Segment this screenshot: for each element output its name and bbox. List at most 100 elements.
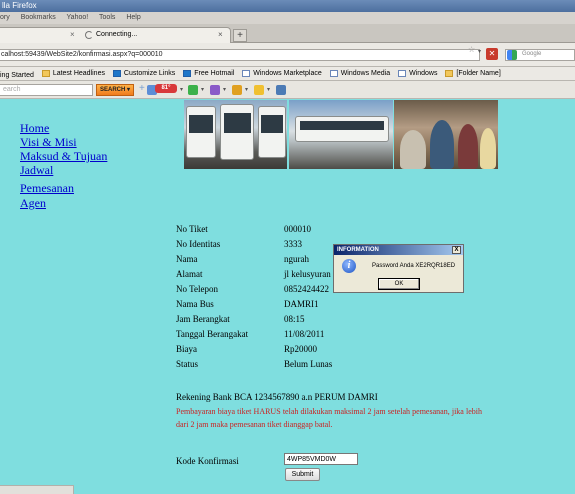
- person-shape: [430, 120, 454, 169]
- confirmation-code-label: Kode Konfirmasi: [176, 456, 239, 466]
- status-bar: [0, 485, 74, 494]
- menu-help[interactable]: Help: [126, 14, 140, 21]
- menu-tools[interactable]: Tools: [99, 14, 115, 21]
- bookmark-customize-links[interactable]: Customize Links: [112, 70, 175, 77]
- field-label: No Tiket: [176, 224, 208, 234]
- field-value: Rp20000: [284, 344, 318, 354]
- field-label: No Identitas: [176, 239, 221, 249]
- navigation-bar: calhost:59439/WebSite2/konfirmasi.aspx?q…: [0, 43, 575, 67]
- information-dialog: INFORMATION X i Password Anda XE2RQR18ED…: [333, 244, 464, 293]
- field-value: 08:15: [284, 314, 305, 324]
- nav-link-jadwal[interactable]: Jadwal: [20, 163, 53, 178]
- banner-bus-photo-2: [289, 100, 393, 169]
- field-label: Status: [176, 359, 199, 369]
- bookmarks-toolbar: ing Started Latest Headlines Customize L…: [0, 67, 575, 81]
- stop-button[interactable]: ✕: [486, 48, 498, 60]
- nav-link-home[interactable]: Home: [20, 121, 49, 136]
- nav-link-agen[interactable]: Agen: [20, 196, 46, 211]
- toolbar-search-input[interactable]: earch: [0, 84, 93, 96]
- info-icon: i: [342, 259, 356, 273]
- news-icon[interactable]: [232, 85, 242, 95]
- weather-badge[interactable]: 81°: [155, 84, 177, 93]
- chevron-down-icon[interactable]: ▾: [201, 86, 204, 93]
- bookmark-free-hotmail[interactable]: Free Hotmail: [183, 70, 234, 77]
- tab-current[interactable]: × Connecting... ×: [0, 27, 231, 43]
- chevron-down-icon[interactable]: ▾: [478, 48, 481, 55]
- bookmark-latest-headlines[interactable]: Latest Headlines: [41, 70, 105, 77]
- bus-shape: [258, 106, 286, 158]
- chevron-down-icon[interactable]: ▾: [180, 86, 183, 93]
- field-label: Tanggal Berangakat: [176, 329, 249, 339]
- windows-icon: [183, 70, 192, 77]
- toolbar-search-button[interactable]: SEARCH ▾: [96, 84, 134, 96]
- chevron-down-icon[interactable]: ▾: [245, 86, 248, 93]
- field-label: Nama: [176, 254, 198, 264]
- dialog-title: INFORMATION X: [334, 245, 463, 255]
- field-value: ngurah: [284, 254, 309, 264]
- person-shape: [480, 128, 496, 169]
- page-icon: [329, 70, 338, 77]
- banner-bus-photo-1: [184, 100, 287, 169]
- field-value: 3333: [284, 239, 302, 249]
- bank-account-info: Rekening Bank BCA 1234567890 a.n PERUM D…: [176, 392, 378, 402]
- star-icon[interactable]: ☆: [468, 45, 475, 54]
- bookmark-windows-marketplace[interactable]: Windows Marketplace: [242, 70, 322, 77]
- chevron-down-icon[interactable]: ▾: [267, 86, 270, 93]
- dialog-message: Password Anda XE2RQR18ED: [372, 263, 456, 269]
- bus-shape: [220, 104, 254, 160]
- bookmark-windows[interactable]: Windows: [398, 70, 437, 77]
- field-value: 11/08/2011: [284, 329, 325, 339]
- close-icon[interactable]: ×: [70, 30, 75, 39]
- nav-link-pemesanan[interactable]: Pemesanan: [20, 181, 74, 196]
- bookmark-getting-started[interactable]: ing Started: [0, 72, 34, 79]
- menu-bar: ory Bookmarks Yahoo! Tools Help: [0, 12, 575, 24]
- new-tab-button[interactable]: +: [233, 29, 247, 42]
- nav-link-maksud-tujuan[interactable]: Maksud & Tujuan: [20, 149, 107, 164]
- field-label: Biaya: [176, 344, 197, 354]
- field-value: DAMRI1: [284, 299, 319, 309]
- messenger-icon[interactable]: [210, 85, 220, 95]
- ok-button[interactable]: OK: [378, 278, 420, 290]
- nav-link-visi-misi[interactable]: Visi & Misi: [20, 135, 77, 150]
- field-value: 0852424422: [284, 284, 329, 294]
- person-shape: [458, 124, 478, 169]
- field-label: Alamat: [176, 269, 203, 279]
- address-bar[interactable]: calhost:59439/WebSite2/konfirmasi.aspx?q…: [0, 49, 480, 61]
- google-icon[interactable]: [507, 50, 517, 60]
- folder-icon: [445, 70, 454, 77]
- windows-icon: [112, 70, 121, 77]
- tab-title: Connecting...: [96, 31, 138, 38]
- green-app-icon[interactable]: [188, 85, 198, 95]
- folder-icon: [41, 70, 50, 77]
- bus-shape: [186, 106, 216, 158]
- confirmation-code-input[interactable]: [284, 453, 358, 465]
- person-shape: [400, 130, 426, 169]
- window-titlebar: lla Firefox: [0, 0, 575, 12]
- menu-yahoo[interactable]: Yahoo!: [67, 14, 89, 21]
- menu-bookmarks[interactable]: Bookmarks: [21, 14, 56, 21]
- bookmark-windows-media[interactable]: Windows Media: [329, 70, 390, 77]
- window-title: lla Firefox: [2, 1, 37, 10]
- music-icon[interactable]: [254, 85, 264, 95]
- field-label: Nama Bus: [176, 299, 214, 309]
- field-value: 000010: [284, 224, 311, 234]
- yahoo-toolbar: earch SEARCH ▾ + 81° ▾ ▾ ▾ ▾ ▾: [0, 81, 575, 99]
- banner-passengers-photo: [394, 100, 498, 169]
- dialog-close-button[interactable]: X: [452, 246, 461, 254]
- bus-shape: [295, 116, 389, 142]
- submit-button[interactable]: Submit: [285, 468, 320, 481]
- photo-icon[interactable]: [276, 85, 286, 95]
- menu-history[interactable]: ory: [0, 14, 10, 21]
- tab-close-button[interactable]: ×: [218, 30, 223, 39]
- bookmark-folder-name[interactable]: [Folder Name]: [445, 70, 501, 77]
- payment-warning: Pembayaran biaya tiket HARUS telah dilak…: [176, 407, 482, 429]
- page-icon: [398, 70, 407, 77]
- field-label: No Telepon: [176, 284, 218, 294]
- chevron-down-icon[interactable]: ▾: [223, 86, 226, 93]
- page-content: Home Visi & Misi Maksud & Tujuan Jadwal …: [0, 99, 575, 494]
- loading-spinner-icon: [85, 31, 93, 39]
- tab-bar: × Connecting... × +: [0, 24, 575, 43]
- field-value: jl kelusyuran: [284, 269, 331, 279]
- field-value: Belum Lunas: [284, 359, 333, 369]
- field-label: Jam Berangkat: [176, 314, 230, 324]
